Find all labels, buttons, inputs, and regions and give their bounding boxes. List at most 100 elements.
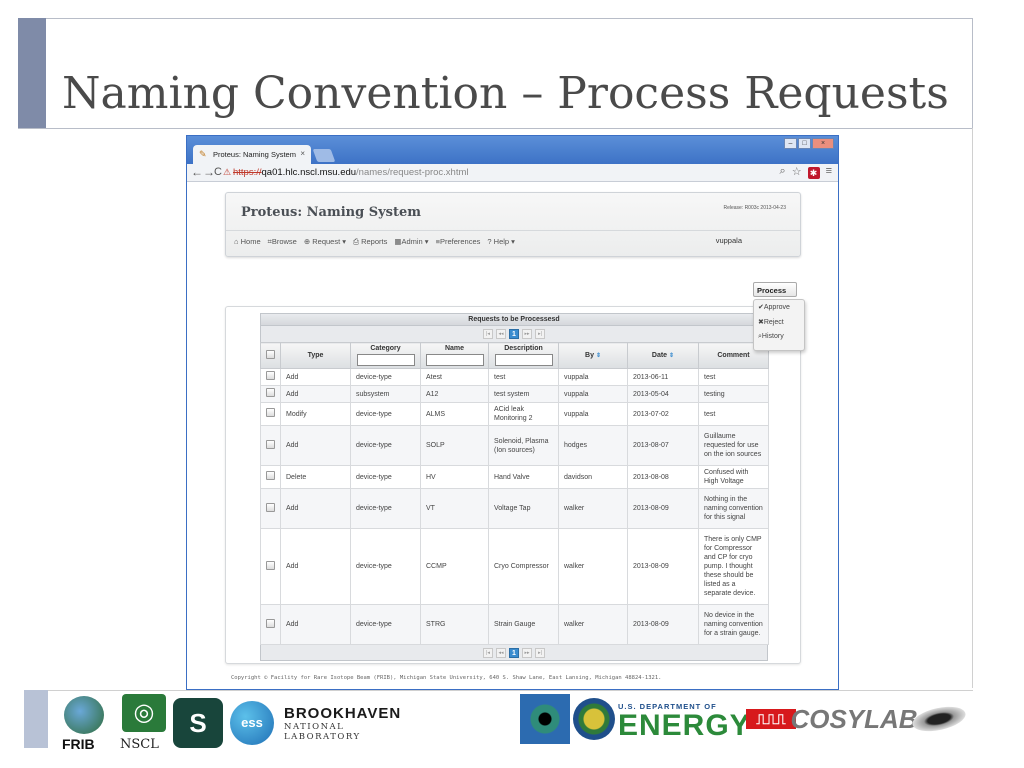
nav-browse[interactable]: ⌗Browse bbox=[268, 237, 297, 247]
row-select-cell bbox=[260, 368, 281, 386]
select-all-checkbox[interactable] bbox=[266, 350, 275, 359]
col-type[interactable]: Type bbox=[280, 342, 351, 369]
next-page-button[interactable]: ▸▸ bbox=[522, 647, 532, 658]
table-row[interactable]: Add device-type CCMP Cryo Compressor wal… bbox=[260, 528, 769, 605]
insecure-lock-icon: ⚠ bbox=[223, 167, 232, 177]
minimize-icon[interactable]: – bbox=[784, 138, 797, 149]
row-select-cell bbox=[260, 402, 281, 426]
copyright-footer: Copyright © Facility for Rare Isotope Be… bbox=[231, 675, 662, 681]
col-date-label: Date bbox=[651, 352, 668, 359]
table-row[interactable]: Modify device-type ALMS ACid leak Monito… bbox=[260, 402, 769, 426]
last-page-button[interactable]: ▸| bbox=[535, 329, 545, 339]
col-date[interactable]: Date ⇕ bbox=[627, 342, 699, 369]
cell-name: ALMS bbox=[420, 402, 489, 426]
browser-window: ✎ Proteus: Naming System × – □ × ← → C ⚠… bbox=[186, 135, 839, 690]
extension-icon[interactable]: ✱ bbox=[807, 167, 820, 179]
cosylab-logo: COSYLAB bbox=[790, 694, 917, 744]
footer-accent-bar bbox=[24, 690, 48, 748]
release-label: Release: R003c 2013-04-23 bbox=[723, 205, 786, 211]
doe-seal-logo bbox=[572, 694, 616, 744]
description-filter-input[interactable] bbox=[494, 354, 553, 366]
nav-help[interactable]: ? Help ▾ bbox=[487, 237, 515, 246]
cell-date: 2013-08-07 bbox=[627, 425, 699, 466]
col-by[interactable]: By ⇕ bbox=[558, 342, 628, 369]
msu-spartan-logo: S bbox=[172, 694, 224, 752]
nav-request[interactable]: ⊕ Request ▾ bbox=[304, 237, 346, 246]
cell-type: Delete bbox=[280, 465, 351, 489]
tab-close-icon[interactable]: × bbox=[300, 149, 305, 158]
cell-description: Hand Valve bbox=[488, 465, 559, 489]
maximize-icon[interactable]: □ bbox=[798, 138, 811, 149]
cell-comment: test bbox=[698, 402, 769, 426]
process-menu-history[interactable]: ⌕History bbox=[754, 333, 804, 348]
col-description-label: Description bbox=[504, 345, 543, 352]
ess-mark-icon: ess bbox=[230, 701, 274, 745]
close-window-icon[interactable]: × bbox=[812, 138, 834, 149]
first-page-button[interactable]: |◂ bbox=[483, 329, 493, 339]
process-menu-reject[interactable]: ✖Reject bbox=[754, 318, 804, 333]
table-row[interactable]: Add subsystem A12 test system vuppala 20… bbox=[260, 385, 769, 403]
back-icon[interactable]: ← bbox=[191, 165, 203, 179]
ess-logo: ess bbox=[228, 694, 276, 752]
process-menu-approve[interactable]: ✔Approve bbox=[754, 303, 804, 318]
nav-preferences[interactable]: ≡Preferences bbox=[436, 237, 481, 246]
nav-admin[interactable]: ▦Admin ▾ bbox=[394, 237, 428, 246]
cell-date: 2013-06-11 bbox=[627, 368, 699, 386]
table-row[interactable]: Add device-type VT Voltage Tap walker 20… bbox=[260, 488, 769, 529]
bnl-logo-subtitle: NATIONAL LABORATORY bbox=[284, 721, 361, 742]
table-row[interactable]: Add device-type STRG Strain Gauge walker… bbox=[260, 604, 769, 645]
cell-comment: No device in the naming convention for a… bbox=[698, 604, 769, 645]
category-filter-input[interactable] bbox=[356, 354, 415, 366]
prev-page-button[interactable]: ◂◂ bbox=[496, 647, 506, 658]
requests-table: Type Category Name Description By ⇕ Date… bbox=[260, 342, 769, 645]
next-page-button[interactable]: ▸▸ bbox=[522, 329, 532, 339]
row-select-cell bbox=[260, 465, 281, 489]
page-button-current[interactable]: 1 bbox=[509, 647, 519, 658]
bookmark-star-icon[interactable]: ☆ bbox=[792, 165, 802, 179]
url-field[interactable]: https://qa01.hlc.nscl.msu.edu/names/requ… bbox=[233, 167, 469, 178]
cell-name: A12 bbox=[420, 385, 489, 403]
table-row[interactable]: Add device-type SOLP Solenoid, Plasma (I… bbox=[260, 425, 769, 466]
row-checkbox[interactable] bbox=[266, 388, 275, 397]
last-page-button[interactable]: ▸| bbox=[535, 647, 545, 658]
reload-icon[interactable]: C bbox=[214, 166, 222, 178]
row-checkbox[interactable] bbox=[266, 371, 275, 380]
first-page-button[interactable]: |◂ bbox=[483, 647, 493, 658]
app-header: Proteus: Naming System Release: R003c 20… bbox=[225, 192, 801, 257]
name-filter-input[interactable] bbox=[425, 354, 484, 366]
table-row[interactable]: Delete device-type HV Hand Valve davidso… bbox=[260, 465, 769, 489]
page-content: Proteus: Naming System Release: R003c 20… bbox=[187, 182, 838, 689]
col-by-label: By bbox=[585, 352, 594, 359]
browser-tab[interactable]: ✎ Proteus: Naming System × bbox=[193, 145, 311, 164]
nav-home[interactable]: ⌂ Home bbox=[234, 237, 261, 246]
row-checkbox[interactable] bbox=[266, 560, 275, 570]
process-button[interactable]: Process bbox=[753, 282, 797, 297]
nscl-spiral-icon: ◎ bbox=[122, 694, 166, 732]
zoom-search-icon[interactable]: ⌕ bbox=[780, 165, 786, 179]
cell-comment: Confused with High Voltage bbox=[698, 465, 769, 489]
row-checkbox[interactable] bbox=[266, 471, 275, 480]
process-menu: ✔Approve ✖Reject ⌕History bbox=[753, 299, 805, 351]
row-checkbox[interactable] bbox=[266, 439, 275, 449]
app-nav: ⌂ Home ⌗Browse ⊕ Request ▾ ⎙ Reports ▦Ad… bbox=[226, 230, 800, 252]
window-chrome: ✎ Proteus: Naming System × – □ × bbox=[187, 136, 838, 164]
address-bar-actions: ⌕ ☆ ✱ ≡ bbox=[780, 165, 832, 179]
nav-reports[interactable]: ⎙ Reports bbox=[353, 237, 387, 247]
col-name: Name bbox=[420, 342, 489, 369]
favicon-icon: ✎ bbox=[199, 149, 207, 159]
cell-description: Solenoid, Plasma (Ion sources) bbox=[488, 425, 559, 466]
cell-type: Add bbox=[280, 604, 351, 645]
row-checkbox[interactable] bbox=[266, 618, 275, 628]
row-checkbox[interactable] bbox=[266, 408, 275, 417]
cell-comment: testing bbox=[698, 385, 769, 403]
cell-by: walker bbox=[558, 528, 628, 605]
new-tab-button[interactable] bbox=[312, 149, 336, 162]
slide-title: Naming Convention – Process Requests bbox=[62, 68, 949, 119]
menu-icon[interactable]: ≡ bbox=[826, 165, 832, 179]
table-row[interactable]: Add device-type Atest test vuppala 2013-… bbox=[260, 368, 769, 386]
row-checkbox[interactable] bbox=[266, 502, 275, 512]
bnl-logo-name: BROOKHAVEN bbox=[284, 704, 402, 722]
page-button-current[interactable]: 1 bbox=[509, 329, 519, 339]
prev-page-button[interactable]: ◂◂ bbox=[496, 329, 506, 339]
frib-logo: FRIB bbox=[56, 694, 116, 752]
